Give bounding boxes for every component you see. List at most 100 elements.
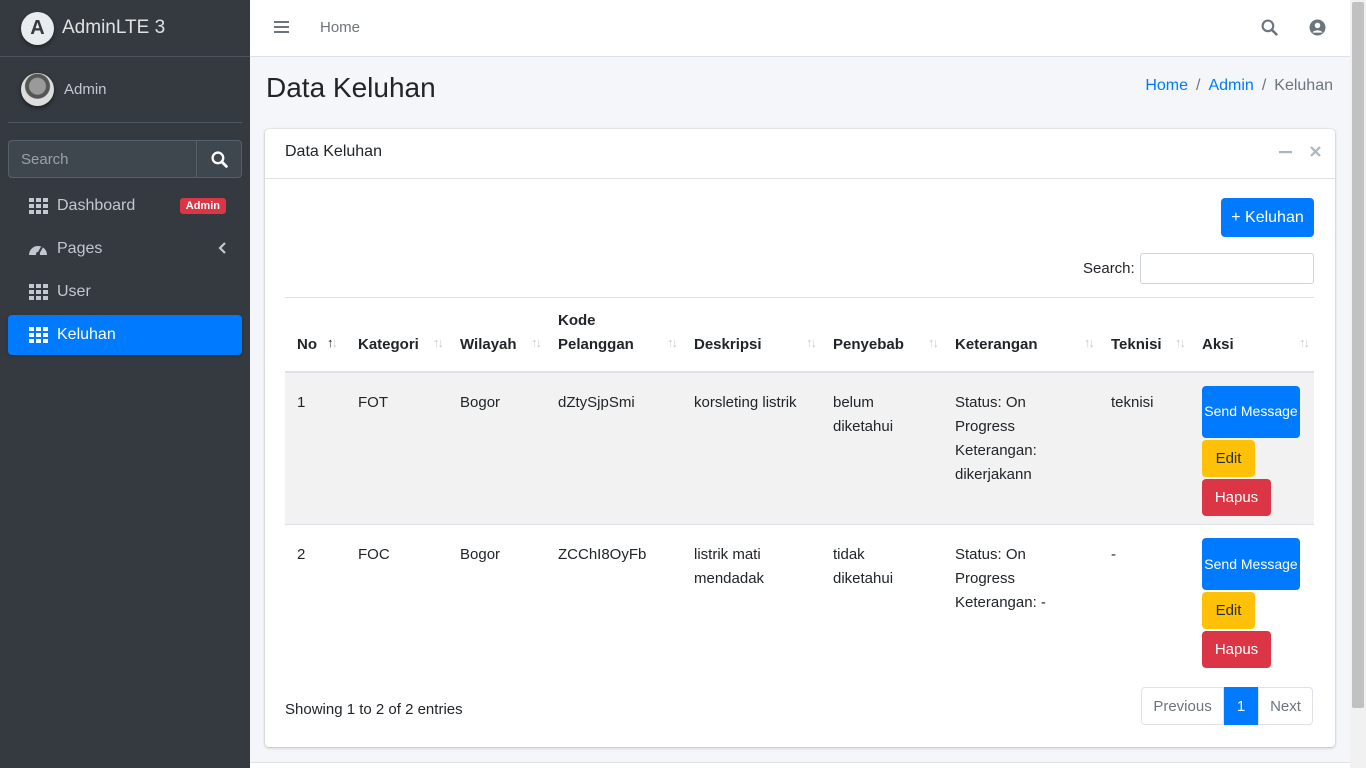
cell-no: 2 [285,524,346,678]
search-icon [210,150,228,168]
sort-asc-icon: ↑↓ [327,334,338,350]
scrollbar-thumb[interactable] [1352,2,1364,708]
sidebar-item-label: User [57,283,91,300]
sort-icon: ↑↓ [433,334,444,350]
sidebar-item-pages[interactable]: Pages [8,229,242,269]
collapse-button[interactable] [1279,145,1292,163]
sidebar-nav: Dashboard Admin Pages User Keluhan [8,186,242,358]
cell-teknisi: - [1099,524,1190,678]
cell-no: 1 [285,371,346,525]
close-icon [1310,146,1321,157]
column-header-teknisi[interactable]: Teknisi ↑↓ [1099,297,1190,373]
admin-badge: Admin [179,198,226,214]
breadcrumb-current: Keluhan [1274,77,1333,94]
pagination-next[interactable]: Next [1258,687,1313,725]
column-label: Kategori [358,335,419,353]
brand-link[interactable]: A AdminLTE 3 [0,0,250,57]
column-label: No [297,335,317,353]
column-label: Wilayah [460,335,517,353]
sidebar-search-input[interactable] [8,140,196,178]
add-keluhan-button[interactable]: + Keluhan [1221,198,1314,237]
sidebar-search-button[interactable] [196,140,242,178]
hamburger-icon [274,21,289,33]
avatar [21,73,54,106]
brand-logo: A [21,11,54,45]
send-message-button[interactable]: Send Message [1202,538,1300,590]
top-search-button[interactable] [1261,19,1278,40]
menu-toggle-button[interactable] [274,20,289,38]
remove-button[interactable] [1310,145,1321,163]
sort-icon: ↑↓ [531,334,542,350]
pagination-previous[interactable]: Previous [1141,687,1224,725]
cell-aksi: Send Message Edit Hapus [1190,524,1314,678]
delete-button[interactable]: Hapus [1202,631,1271,668]
sidebar-item-label: Keluhan [57,326,116,343]
user-panel[interactable]: Admin [8,57,242,123]
column-header-keterangan[interactable]: Keterangan ↑↓ [943,297,1099,373]
sidebar-item-user[interactable]: User [8,272,242,312]
gauge-icon [28,239,48,259]
brand-text: AdminLTE 3 [62,17,166,38]
sort-icon: ↑↓ [1084,334,1095,350]
page-title: Data Keluhan [266,72,436,103]
column-header-wilayah[interactable]: Wilayah ↑↓ [448,297,546,373]
keluhan-table: No ↑↓ Kategori ↑↓ Wilayah ↑↓ Kode Pelanggan… [285,297,1314,678]
grid-icon [28,325,48,345]
cell-keterangan: Status: On Progress Keterangan: - [943,524,1099,678]
column-header-kategori[interactable]: Kategori ↑↓ [346,297,448,373]
edit-button[interactable]: Edit [1202,592,1255,629]
footer [250,762,1350,768]
column-header-aksi[interactable]: Aksi ↑↓ [1190,297,1314,373]
pagination-page-1[interactable]: 1 [1224,687,1258,725]
column-header-penyebab[interactable]: Penyebab ↑↓ [821,297,943,373]
table-row: 2 FOC Bogor ZCChI8OyFb listrik mati mend… [285,524,1314,678]
cell-deskripsi: korsleting listrik [682,371,821,525]
table-info: Showing 1 to 2 of 2 entries [285,701,463,718]
sort-icon: ↑↓ [667,334,678,350]
table-header-row: No ↑↓ Kategori ↑↓ Wilayah ↑↓ Kode Pelanggan… [285,297,1314,373]
column-label: Teknisi [1111,335,1162,353]
breadcrumb-separator: / [1196,77,1201,94]
breadcrumb-admin[interactable]: Admin [1208,77,1253,95]
cell-kategori: FOT [346,371,448,525]
page-scrollbar[interactable] [1350,0,1366,768]
sort-icon: ↑↓ [806,334,817,350]
sort-icon: ↑↓ [1299,334,1310,350]
table-search-input[interactable] [1140,253,1314,284]
sidebar-item-label: Dashboard [57,197,136,214]
send-message-button[interactable]: Send Message [1202,385,1300,438]
cell-kategori: FOC [346,524,448,678]
column-label: Deskripsi [694,335,762,353]
sidebar-item-keluhan[interactable]: Keluhan [8,315,242,355]
breadcrumb-home[interactable]: Home [1145,77,1188,95]
user-menu-button[interactable] [1309,19,1326,40]
top-nav-home[interactable]: Home [320,19,360,36]
card-title: Data Keluhan [285,143,382,160]
data-card: Data Keluhan + Keluhan Search: No ↑↓ Kate… [265,129,1335,747]
minus-icon [1279,151,1292,154]
sidebar: A AdminLTE 3 Admin Dashboard Admin Pages [0,0,250,768]
edit-button[interactable]: Edit [1202,439,1255,477]
breadcrumb: Home / Admin / Keluhan [1145,77,1333,95]
column-header-deskripsi[interactable]: Deskripsi ↑↓ [682,297,821,373]
cell-penyebab: belum diketahui [821,371,943,525]
grid-icon [28,196,48,216]
user-circle-icon [1309,19,1326,36]
column-header-kode-pelanggan[interactable]: Kode Pelanggan ↑↓ [546,297,682,373]
grid-icon [28,282,48,302]
cell-wilayah: Bogor [448,371,546,525]
table-row: 1 FOT Bogor dZtySjpSmi korsleting listri… [285,371,1314,525]
sort-icon: ↑↓ [1175,334,1186,350]
cell-penyebab: tidak diketahui [821,524,943,678]
cell-aksi: Send Message Edit Hapus [1190,371,1314,525]
column-label: Kode Pelanggan [558,311,634,353]
cell-wilayah: Bogor [448,524,546,678]
column-header-no[interactable]: No ↑↓ [285,297,346,373]
column-label: Aksi [1202,335,1234,353]
column-label: Penyebab [833,335,904,353]
delete-button[interactable]: Hapus [1202,478,1271,516]
sidebar-item-dashboard[interactable]: Dashboard Admin [8,186,242,226]
cell-deskripsi: listrik mati mendadak [682,524,821,678]
sidebar-item-label: Pages [57,240,103,257]
user-name: Admin [64,81,107,98]
